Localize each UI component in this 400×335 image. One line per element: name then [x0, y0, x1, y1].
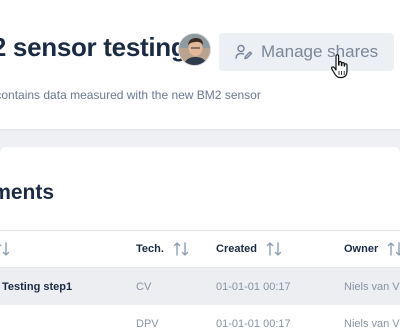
sort-arrows-icon: [0, 242, 10, 256]
page: BM2 sensor testing Manage shares T: [0, 0, 400, 335]
table-header-row: Tech. Created Owner: [0, 230, 400, 268]
column-header-tech[interactable]: Tech.: [136, 231, 190, 267]
avatar-portrait-icon: [179, 34, 210, 65]
sort-arrows-icon: [388, 242, 400, 256]
experiments-card: Experiments Tech. Created: [0, 147, 400, 335]
project-title: BM2 sensor testing: [0, 32, 187, 62]
user-edit-icon: [233, 42, 253, 62]
sort-arrows-icon: [173, 242, 189, 256]
column-header-owner[interactable]: Owner: [344, 231, 400, 267]
experiment-tech: DPV: [136, 317, 159, 330]
owner-avatar[interactable]: [178, 33, 211, 66]
experiment-owner: Niels van V: [344, 280, 400, 293]
column-header-created[interactable]: Created: [216, 231, 283, 267]
column-header-created-label: Created: [216, 243, 257, 255]
column-header-tech-label: Tech.: [136, 243, 164, 255]
column-header-name[interactable]: [0, 231, 11, 267]
sort-arrows-icon: [266, 242, 282, 256]
table-row[interactable]: DPV 01-01-01 00:17 Niels van V: [0, 305, 400, 335]
experiment-tech: CV: [136, 280, 152, 293]
manage-shares-button[interactable]: Manage shares: [219, 33, 394, 71]
experiment-name-cell: Testing step1: [0, 268, 72, 305]
column-header-owner-label: Owner: [344, 243, 379, 255]
experiments-section-title: Experiments: [0, 181, 55, 204]
experiments-table: Tech. Created Owner Testing step1 CV 01-…: [0, 230, 400, 335]
table-row[interactable]: Testing step1 CV 01-01-01 00:17 Niels va…: [0, 268, 400, 305]
project-description: This project contains data measured with…: [0, 88, 261, 102]
experiment-created: 01-01-01 00:17: [216, 317, 291, 330]
experiment-created: 01-01-01 00:17: [216, 280, 291, 293]
experiment-name: Testing step1: [2, 280, 73, 293]
hand-pointer-icon: [330, 54, 348, 79]
experiment-owner: Niels van V: [344, 317, 400, 330]
manage-shares-label: Manage shares: [261, 42, 379, 61]
